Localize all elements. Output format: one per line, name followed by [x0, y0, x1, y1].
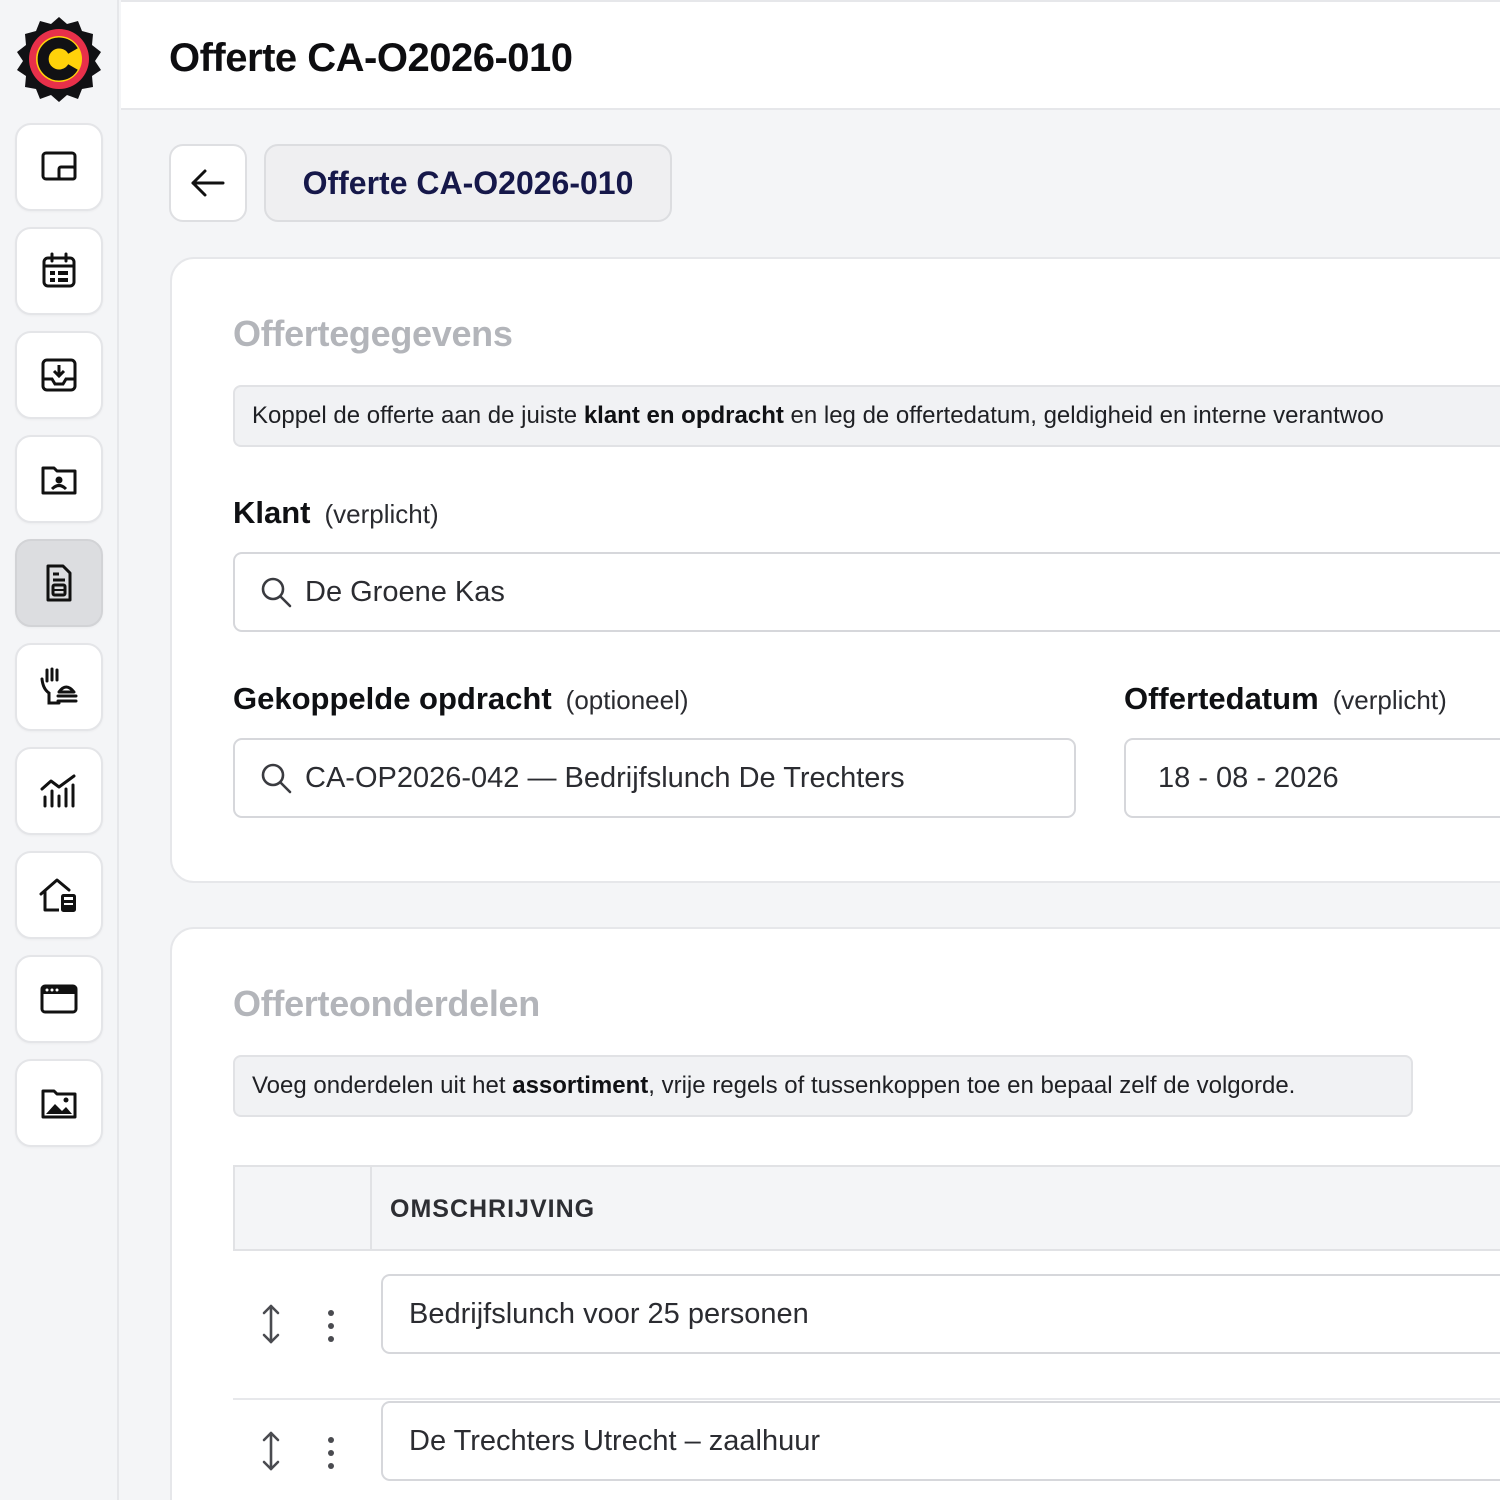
- nav-clients[interactable]: [15, 435, 103, 523]
- top-bar: Offerte CA-O2026-010: [121, 0, 1500, 110]
- info-text-after: en leg de offertedatum, geldigheid en in…: [783, 402, 1384, 429]
- image-folder-icon: [41, 1089, 77, 1119]
- search-icon: [261, 577, 292, 608]
- quote-lines-card: Offerteonderdelen Voeg onderdelen uit he…: [170, 927, 1500, 1500]
- more-options-icon[interactable]: [325, 1435, 337, 1471]
- nav-calendar[interactable]: [15, 227, 103, 315]
- details-info-box: Koppel de offerte aan de juiste klant en…: [233, 385, 1500, 447]
- assignment-label-hint: (optioneel): [565, 685, 689, 715]
- drag-handle-icon[interactable]: [259, 1429, 283, 1473]
- browser-window-icon: [40, 984, 78, 1014]
- app-logo[interactable]: [15, 15, 103, 103]
- section-title-details: Offertegegevens: [233, 313, 513, 354]
- info-text-bold: klant en opdracht: [583, 402, 784, 429]
- quote-details-card: Offertegegevens Koppel de offerte aan de…: [170, 257, 1500, 883]
- quote-date-label-text: Offertedatum: [1124, 681, 1319, 716]
- sidebar: [0, 0, 119, 1500]
- nav-venues[interactable]: [15, 851, 103, 939]
- table-row: De Trechters Utrecht – zaalhuur: [233, 1401, 1500, 1500]
- catering-hand-icon: [40, 667, 78, 705]
- nav-website[interactable]: [15, 955, 103, 1043]
- drag-handle-icon[interactable]: [259, 1302, 283, 1346]
- dashboard-icon: [41, 151, 77, 181]
- assignment-label-text: Gekoppelde opdracht: [233, 681, 552, 716]
- client-folder-icon: [41, 466, 77, 495]
- inbox-download-icon: [41, 358, 77, 392]
- column-description-header: OMSCHRIJVING: [390, 1195, 596, 1223]
- nav-inbox[interactable]: [15, 331, 103, 419]
- info-text-before: Koppel de offerte aan de juiste: [252, 402, 584, 429]
- nav-analytics[interactable]: [15, 747, 103, 835]
- table-row: Bedrijfslunch voor 25 personen: [233, 1274, 1500, 1400]
- nav-quotes[interactable]: [15, 539, 103, 627]
- column-separator: [370, 1167, 372, 1249]
- quote-document-icon: [46, 564, 72, 602]
- assignment-label: Gekoppelde opdracht (optioneel): [233, 681, 689, 717]
- analytics-chart-icon: [40, 774, 76, 808]
- line-description-input[interactable]: De Trechters Utrecht – zaalhuur: [381, 1401, 1500, 1481]
- assignment-search-input[interactable]: CA-OP2026-042 — Bedrijfslunch De Trechte…: [233, 738, 1076, 818]
- nav-dashboard[interactable]: [15, 123, 103, 211]
- client-label-text: Klant: [233, 495, 311, 530]
- calendar-icon: [42, 252, 76, 288]
- assignment-value: CA-OP2026-042 — Bedrijfslunch De Trechte…: [305, 761, 905, 794]
- more-options-icon[interactable]: [325, 1308, 337, 1344]
- back-button[interactable]: [169, 144, 247, 222]
- line-description: De Trechters Utrecht – zaalhuur: [409, 1424, 821, 1457]
- lines-table-header: OMSCHRIJVING: [233, 1165, 1500, 1251]
- nav-catering[interactable]: [15, 643, 103, 731]
- quote-date-label-hint: (verplicht): [1332, 685, 1447, 715]
- line-description-input[interactable]: Bedrijfslunch voor 25 personen: [381, 1274, 1500, 1354]
- quote-date-input[interactable]: 18 - 08 - 2026: [1124, 738, 1500, 818]
- line-description: Bedrijfslunch voor 25 personen: [409, 1297, 809, 1330]
- nav-media[interactable]: [15, 1059, 103, 1147]
- client-label: Klant (verplicht): [233, 495, 439, 531]
- search-icon: [261, 763, 292, 794]
- page-title: Offerte CA-O2026-010: [169, 36, 573, 80]
- quote-date-label: Offertedatum (verplicht): [1124, 681, 1447, 717]
- quote-date-value: 18 - 08 - 2026: [1158, 761, 1339, 794]
- lines-info-bold: assortiment: [512, 1072, 649, 1099]
- lines-info-box: Voeg onderdelen uit het assortiment, vri…: [233, 1055, 1413, 1117]
- client-label-hint: (verplicht): [324, 499, 439, 529]
- quote-title-chip: Offerte CA-O2026-010: [264, 144, 672, 222]
- section-title-lines: Offerteonderdelen: [233, 983, 540, 1024]
- arrow-left-icon: [191, 169, 225, 197]
- client-value: De Groene Kas: [305, 575, 505, 608]
- house-calculator-icon: [39, 878, 76, 912]
- client-search-input[interactable]: De Groene Kas: [233, 552, 1500, 632]
- lines-info-after: , vrije regels of tussenkoppen toe en be…: [648, 1072, 1296, 1099]
- lines-info-before: Voeg onderdelen uit het: [252, 1072, 513, 1099]
